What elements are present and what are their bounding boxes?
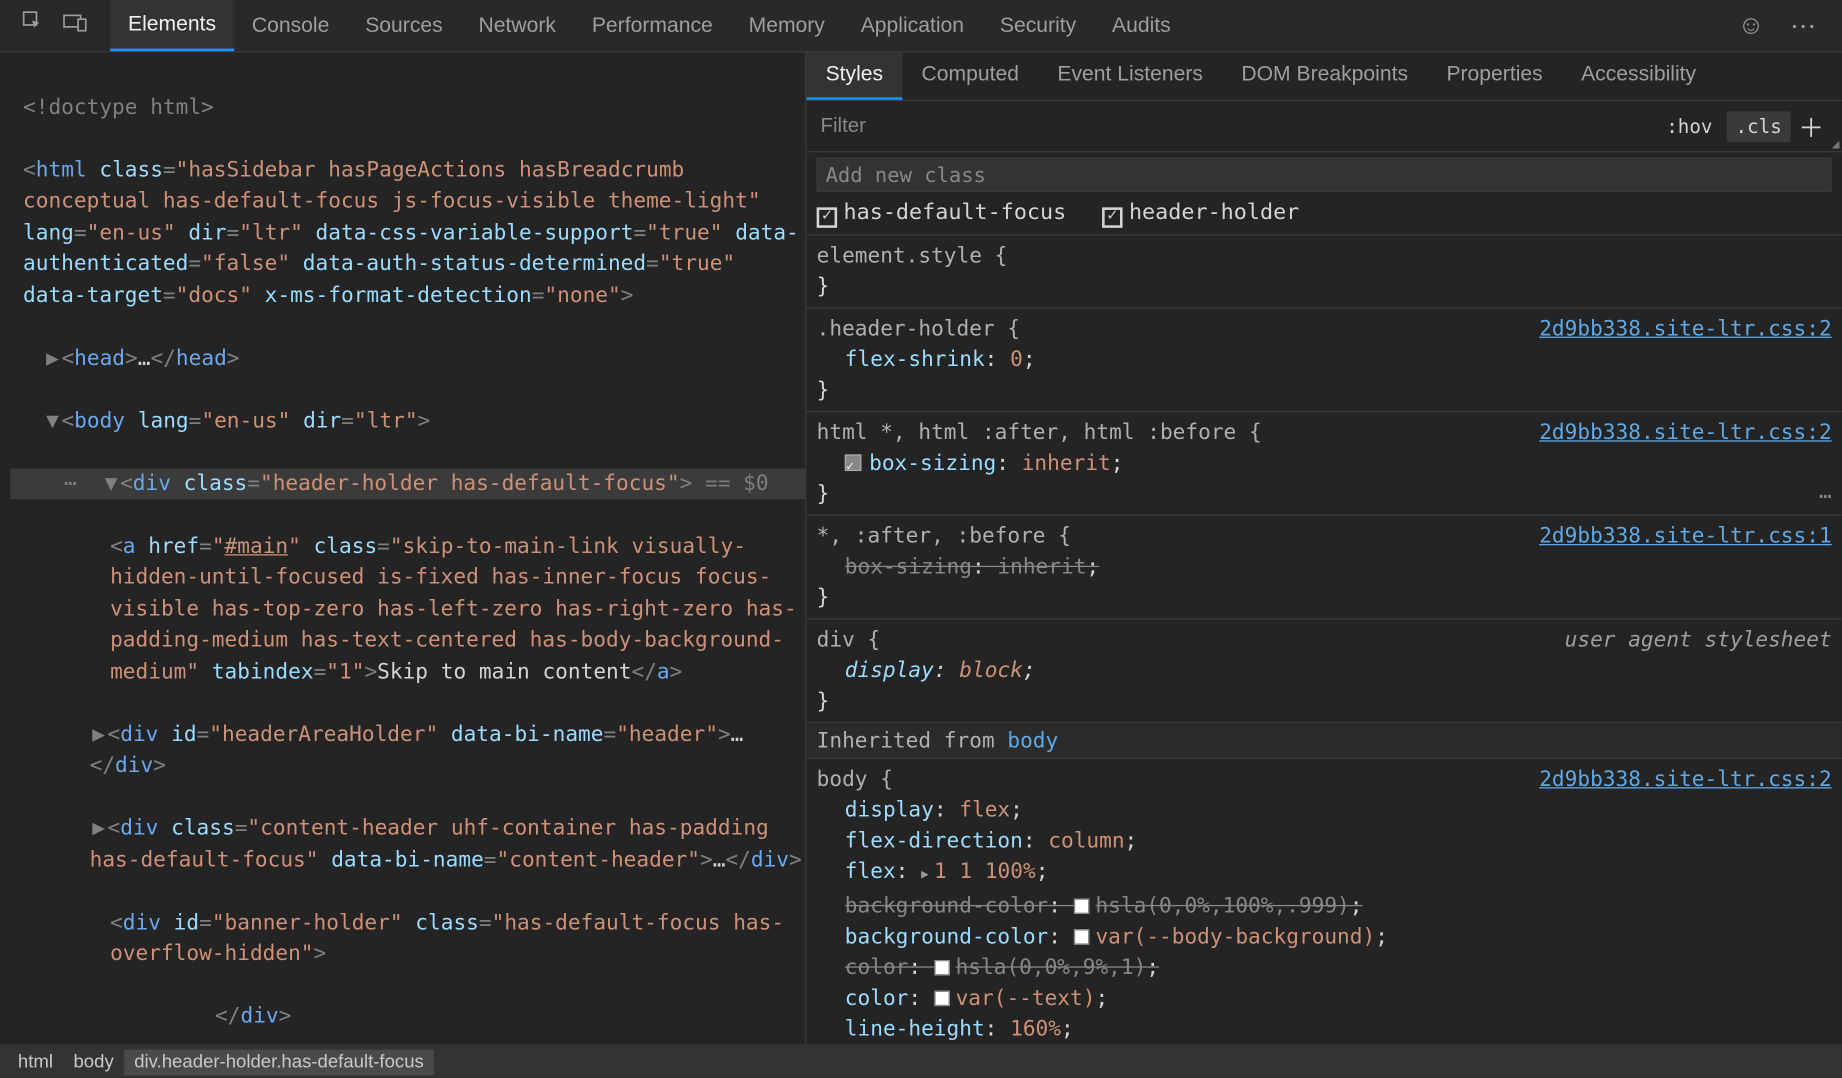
dom-body-open[interactable]: ▼<body lang="en-us" dir="ltr"> xyxy=(10,405,805,436)
class-check-header-holder[interactable]: header-holder xyxy=(1102,200,1299,226)
inherited-body-link[interactable]: body xyxy=(1007,728,1058,752)
rule-element-style[interactable]: element.style { } xyxy=(806,236,1842,309)
subtab-properties[interactable]: Properties xyxy=(1427,52,1562,99)
source-link[interactable]: 2d9bb338.site-ltr.css:2 xyxy=(1539,314,1831,345)
dom-banner-close[interactable]: </div> xyxy=(10,1001,805,1032)
tab-memory[interactable]: Memory xyxy=(731,0,843,51)
prop-checkbox-icon[interactable] xyxy=(845,454,862,471)
tab-audits[interactable]: Audits xyxy=(1094,0,1189,51)
subtab-event-listeners[interactable]: Event Listeners xyxy=(1038,52,1222,99)
bc-html[interactable]: html xyxy=(8,1049,64,1075)
resize-corner-icon xyxy=(1832,141,1840,149)
dom-content-header[interactable]: ▶<div class="content-header uhf-containe… xyxy=(10,813,805,876)
more-icon[interactable]: ⋯ xyxy=(1819,481,1832,512)
filter-input[interactable] xyxy=(817,111,1658,142)
color-swatch-icon[interactable] xyxy=(934,960,949,975)
tab-performance[interactable]: Performance xyxy=(574,0,731,51)
dom-tree-pane[interactable]: <!doctype html> <html class="hasSidebar … xyxy=(0,52,806,1044)
expand-shorthand-icon[interactable]: ▶ xyxy=(921,868,929,882)
tab-network[interactable]: Network xyxy=(461,0,574,51)
feedback-icon[interactable]: ☺ xyxy=(1738,10,1765,41)
subtab-styles[interactable]: Styles xyxy=(806,52,902,99)
tab-sources[interactable]: Sources xyxy=(347,0,460,51)
rule-star[interactable]: 2d9bb338.site-ltr.css:1 *, :after, :befo… xyxy=(806,516,1842,620)
bc-body[interactable]: body xyxy=(63,1049,124,1075)
dom-doctype[interactable]: <!doctype html> xyxy=(10,92,805,123)
styles-pane: Styles Computed Event Listeners DOM Brea… xyxy=(806,52,1842,1044)
color-swatch-icon[interactable] xyxy=(1074,929,1089,944)
inherited-from: Inherited from body xyxy=(806,723,1842,759)
styles-body[interactable]: element.style { } 2d9bb338.site-ltr.css:… xyxy=(806,236,1842,1045)
new-rule-icon[interactable]: ＋ xyxy=(1791,108,1832,145)
toolbar-right: ☺ ⋯ xyxy=(1725,10,1829,42)
rule-body[interactable]: 2d9bb338.site-ltr.css:2 body { display: … xyxy=(806,759,1842,1044)
color-swatch-icon[interactable] xyxy=(934,991,949,1006)
toolbar-left-icons xyxy=(0,10,110,41)
devtools-toolbar: Elements Console Sources Network Perform… xyxy=(0,0,1842,52)
source-link[interactable]: 2d9bb338.site-ltr.css:2 xyxy=(1539,764,1831,795)
dom-breadcrumb: html body div.header-holder.has-default-… xyxy=(0,1044,1842,1077)
class-check-has-default-focus[interactable]: has-default-focus xyxy=(817,200,1067,226)
source-link[interactable]: 2d9bb338.site-ltr.css:2 xyxy=(1539,417,1831,448)
subtab-accessibility[interactable]: Accessibility xyxy=(1562,52,1715,99)
dom-skip-link[interactable]: <a href="#main" class="skip-to-main-link… xyxy=(10,531,805,688)
inspect-icon[interactable] xyxy=(22,10,45,41)
more-icon[interactable]: ⋯ xyxy=(1790,10,1816,42)
tab-security[interactable]: Security xyxy=(982,0,1094,51)
sub-tabs: Styles Computed Event Listeners DOM Brea… xyxy=(806,52,1842,101)
dom-head[interactable]: ▶<head>…</head> xyxy=(10,342,805,373)
rule-div-ua[interactable]: user agent stylesheet div { display: blo… xyxy=(806,620,1842,724)
class-editor: has-default-focus header-holder xyxy=(806,152,1842,235)
dom-header-holder[interactable]: ⋯ ▼<div class="header-holder has-default… xyxy=(10,468,805,499)
tab-application[interactable]: Application xyxy=(843,0,982,51)
cls-toggle[interactable]: .cls xyxy=(1727,111,1791,142)
ua-label: user agent stylesheet xyxy=(1565,625,1832,656)
dom-html-open[interactable]: <html class="hasSidebar hasPageActions h… xyxy=(10,154,805,311)
dom-header-area[interactable]: ▶<div id="headerAreaHolder" data-bi-name… xyxy=(10,719,805,782)
device-toggle-icon[interactable] xyxy=(63,10,89,41)
subtab-dom-breakpoints[interactable]: DOM Breakpoints xyxy=(1222,52,1427,99)
main-tabs: Elements Console Sources Network Perform… xyxy=(110,0,1189,51)
hov-toggle[interactable]: :hov xyxy=(1657,111,1721,142)
tab-console[interactable]: Console xyxy=(234,0,347,51)
tab-elements[interactable]: Elements xyxy=(110,0,234,51)
subtab-computed[interactable]: Computed xyxy=(902,52,1038,99)
dom-banner-open[interactable]: <div id="banner-holder" class="has-defau… xyxy=(10,907,805,970)
filter-row: :hov .cls ＋ xyxy=(806,101,1842,152)
bc-div-headerholder[interactable]: div.header-holder.has-default-focus xyxy=(124,1049,434,1075)
rule-header-holder[interactable]: 2d9bb338.site-ltr.css:2 .header-holder {… xyxy=(806,308,1842,412)
rule-html-star[interactable]: 2d9bb338.site-ltr.css:2 html *, html :af… xyxy=(806,412,1842,516)
checkbox-icon[interactable] xyxy=(1102,207,1122,227)
source-link[interactable]: 2d9bb338.site-ltr.css:1 xyxy=(1539,521,1831,552)
checkbox-icon[interactable] xyxy=(817,207,837,227)
add-class-input[interactable] xyxy=(817,157,1832,192)
color-swatch-icon[interactable] xyxy=(1074,899,1089,914)
